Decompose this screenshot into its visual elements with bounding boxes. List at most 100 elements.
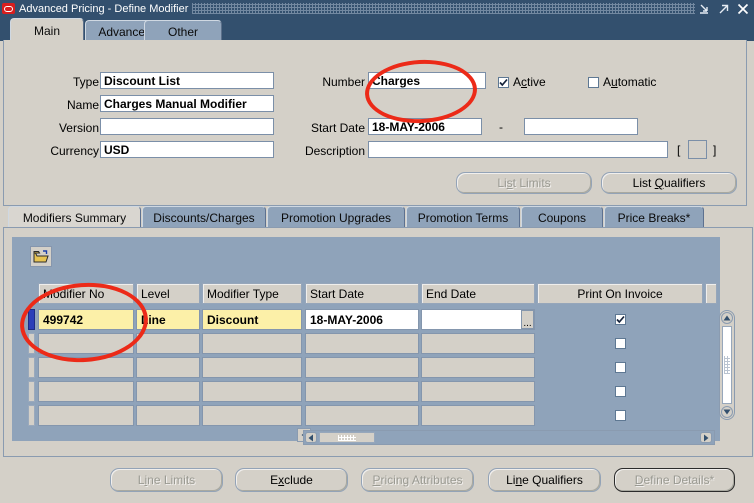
cell-end-date[interactable]	[421, 309, 535, 330]
tab-coupons[interactable]: Coupons	[521, 206, 603, 228]
cell-modifier-no[interactable]	[38, 333, 134, 354]
scroll-left-arrow-icon[interactable]	[305, 432, 317, 443]
tab-other[interactable]: Other	[144, 20, 222, 42]
cell-print-on-invoice[interactable]	[537, 309, 703, 330]
list-limits-button[interactable]: List Limits	[456, 172, 592, 194]
name-field[interactable]: Charges Manual Modifier	[100, 95, 274, 112]
cell-modifier-type[interactable]	[202, 381, 302, 402]
automatic-checkbox[interactable]: Automatic	[588, 75, 656, 89]
cell-print-on-invoice[interactable]	[537, 333, 703, 354]
tab-promotion-terms[interactable]: Promotion Terms	[406, 206, 520, 228]
version-field[interactable]	[100, 118, 274, 135]
tab-discounts-charges[interactable]: Discounts/Charges	[142, 206, 266, 228]
vertical-scroll-thumb[interactable]	[722, 326, 732, 404]
number-field[interactable]: Charges	[368, 72, 486, 89]
detail-tab-strip: Modifiers Summary Discounts/Charges Prom…	[3, 206, 751, 228]
cell-end-date[interactable]	[421, 381, 535, 402]
column-header-level[interactable]: Level	[136, 283, 200, 304]
horizontal-scroll-thumb[interactable]	[319, 432, 375, 443]
end-date-field[interactable]	[524, 118, 638, 135]
scroll-right-arrow-icon[interactable]	[700, 432, 712, 443]
cell-modifier-no[interactable]	[38, 381, 134, 402]
print-on-invoice-checkbox	[614, 386, 626, 397]
line-qualifiers-button[interactable]: Line Qualifiers	[488, 468, 601, 492]
grid-vertical-scrollbar[interactable]	[719, 310, 735, 420]
exclude-button[interactable]: Exclude	[235, 468, 348, 492]
currency-label: Currency	[50, 144, 99, 158]
list-qualifiers-button[interactable]: List Qualifiers	[601, 172, 737, 194]
minimize-icon[interactable]	[699, 3, 711, 15]
print-on-invoice-checkbox	[614, 410, 626, 421]
cell-level[interactable]	[136, 405, 200, 426]
active-checkbox[interactable]: Active	[498, 75, 546, 89]
cell-modifier-type[interactable]: Discount	[202, 309, 302, 330]
type-field[interactable]: Discount List	[100, 72, 274, 89]
cell-modifier-type[interactable]	[202, 333, 302, 354]
cell-print-on-invoice[interactable]	[537, 405, 703, 426]
folder-open-icon	[33, 249, 49, 262]
tab-main[interactable]: Main	[10, 18, 84, 42]
pricing-attributes-button[interactable]: Pricing Attributes	[361, 468, 474, 492]
cell-print-on-invoice[interactable]	[537, 357, 703, 378]
cell-modifier-type[interactable]	[202, 357, 302, 378]
description-flex-field[interactable]	[688, 140, 707, 159]
close-icon[interactable]	[737, 3, 749, 15]
scroll-down-arrow-icon[interactable]	[721, 406, 733, 418]
active-label-rest: tive	[527, 75, 546, 89]
automatic-checkbox-label: Automatic	[603, 75, 657, 89]
version-label: Version	[58, 121, 99, 135]
start-date-label: Start Date	[310, 121, 365, 135]
print-on-invoice-checkbox	[614, 362, 626, 373]
column-header-start-date[interactable]: Start Date	[305, 283, 419, 304]
record-indicator[interactable]	[28, 405, 35, 426]
cell-start-date[interactable]	[305, 333, 419, 354]
line-limits-button[interactable]: Line Limits	[110, 468, 223, 492]
number-label: Number	[322, 75, 365, 89]
cell-modifier-no[interactable]	[38, 357, 134, 378]
column-header-modifier-no[interactable]: Modifier No	[38, 283, 134, 304]
cell-level[interactable]	[136, 357, 200, 378]
automatic-label-rest: tomatic	[617, 75, 657, 89]
cell-level[interactable]: Line	[136, 309, 200, 330]
cell-start-date[interactable]	[305, 405, 419, 426]
cell-modifier-no[interactable]	[38, 405, 134, 426]
cell-modifier-type[interactable]	[202, 405, 302, 426]
record-indicator[interactable]	[28, 357, 35, 378]
print-on-invoice-checkbox-checked	[614, 314, 626, 325]
cell-modifier-no[interactable]: 499742	[38, 309, 134, 330]
window-title: Advanced Pricing - Define Modifier	[19, 2, 189, 15]
tab-price-breaks[interactable]: Price Breaks*	[604, 206, 704, 228]
column-header-modifier-type[interactable]: Modifier Type	[202, 283, 302, 304]
cell-level[interactable]	[136, 333, 200, 354]
modifier-form-panel: Type Name Version Currency Discount List…	[3, 40, 747, 206]
cell-start-date[interactable]	[305, 357, 419, 378]
end-date-lov-button[interactable]: ...	[521, 310, 534, 329]
tab-promotion-upgrades[interactable]: Promotion Upgrades	[267, 206, 405, 228]
currency-field[interactable]: USD	[100, 141, 274, 158]
cell-end-date[interactable]	[421, 405, 535, 426]
column-header-filler	[705, 283, 717, 304]
cell-print-on-invoice[interactable]	[537, 381, 703, 402]
start-date-field[interactable]: 18-MAY-2006	[368, 118, 482, 135]
grid-horizontal-scrollbar[interactable]	[303, 430, 715, 445]
description-field[interactable]	[368, 141, 668, 158]
cell-start-date[interactable]	[305, 381, 419, 402]
top-tab-strip: Main Advanced Other	[0, 17, 754, 42]
tab-modifiers-summary[interactable]: Modifiers Summary	[8, 206, 141, 228]
maximize-icon[interactable]	[718, 3, 730, 15]
cell-level[interactable]	[136, 381, 200, 402]
bracket-open: [	[677, 143, 681, 157]
record-indicator-current[interactable]	[28, 309, 35, 330]
column-header-end-date[interactable]: End Date	[421, 283, 535, 304]
record-indicator[interactable]	[28, 333, 35, 354]
application-window: Advanced Pricing - Define Modifier Main …	[0, 0, 754, 503]
cell-end-date[interactable]	[421, 333, 535, 354]
cell-end-date[interactable]	[421, 357, 535, 378]
define-details-button[interactable]: Define Details*	[614, 468, 735, 492]
record-indicator[interactable]	[28, 381, 35, 402]
bracket-close: ]	[713, 143, 717, 157]
column-header-print-on-invoice[interactable]: Print On Invoice	[537, 283, 703, 304]
scroll-up-arrow-icon[interactable]	[721, 312, 733, 324]
cell-start-date[interactable]: 18-MAY-2006	[305, 309, 419, 330]
open-folder-button[interactable]	[30, 246, 52, 267]
